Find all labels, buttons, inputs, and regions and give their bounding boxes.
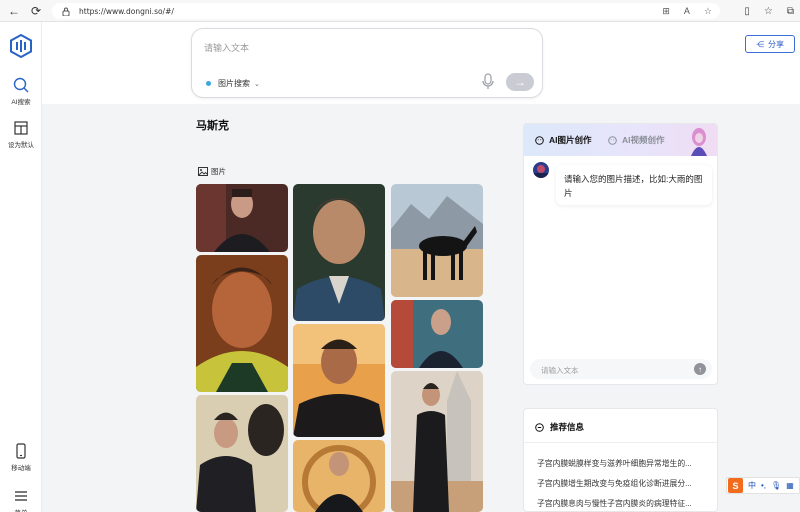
chat-bubble-icon (535, 422, 544, 432)
images-section-label: 图片 (198, 166, 226, 177)
sidebar-item-label: AI搜索 (11, 99, 31, 106)
address-bar[interactable]: https://www.dongni.so/#/ ⊞ A ☆ (52, 3, 720, 19)
recommend-item[interactable]: 子宫内膜息肉与慢性子宫内膜炎的病理特征... (537, 498, 709, 509)
image-tile[interactable] (293, 440, 385, 512)
ime-grid-icon[interactable]: ▦ (786, 481, 794, 490)
ime-toolbar[interactable]: S 中 •, 🎙 ▦ (726, 477, 800, 494)
ime-mode[interactable]: 中 (748, 480, 756, 491)
ai-creation-panel: AI图片创作 AI视频创作 请输入您的图片描述，比如:大雨的图片 请输入文本 ↑ (523, 123, 718, 385)
browser-toolbar: ← ⟳ https://www.dongni.so/#/ ⊞ A ☆ ▯ ☆ ⧉ (0, 0, 800, 22)
app-logo-icon[interactable] (9, 34, 33, 58)
page-title: 马斯克 (196, 120, 229, 132)
smile-icon (608, 135, 617, 145)
ime-punctuation[interactable]: •, (761, 481, 766, 490)
search-input[interactable]: 请输入文本 (204, 41, 249, 54)
arrow-right-icon: → (514, 75, 526, 89)
sidebar-item-label: 设为默认 (8, 142, 34, 149)
mode-dot-icon (206, 81, 211, 86)
back-arrow-icon[interactable]: ← (6, 3, 22, 19)
ai-prompt-input[interactable]: 请输入文本 ↑ (530, 359, 712, 379)
tab-ai-image[interactable]: AI图片创作 (535, 134, 592, 146)
share-button[interactable]: ⋲ 分享 (745, 35, 795, 53)
ai-input-placeholder: 请输入文本 (541, 366, 579, 375)
tab-ai-video[interactable]: AI视频创作 (608, 134, 665, 146)
mobile-icon (16, 443, 26, 459)
image-tile[interactable] (391, 371, 483, 512)
recommend-title-text: 推荐信息 (550, 422, 585, 432)
left-sidebar: AI搜索 设为默认 移动端 菜单 (0, 22, 42, 512)
image-tile[interactable] (293, 184, 385, 321)
share-icon: ⋲ (756, 39, 764, 49)
favorites-icon[interactable]: ☆ (764, 6, 773, 17)
image-tile[interactable] (196, 395, 288, 512)
tab-label: AI视频创作 (622, 135, 665, 145)
sidebar-item-ai-search[interactable]: AI搜索 (0, 77, 42, 106)
tab-label: AI图片创作 (549, 135, 592, 145)
layout-icon (14, 121, 28, 135)
ime-mic-icon[interactable]: 🎙 (771, 481, 781, 490)
recommend-item[interactable]: 子宫内膜增生期改变与免疫组化诊断进展分... (537, 478, 709, 489)
recommend-title: 推荐信息 (535, 421, 584, 433)
search-icon (13, 77, 29, 93)
menu-icon (15, 491, 27, 501)
favorite-star-icon[interactable]: ☆ (704, 6, 712, 17)
send-button[interactable]: → (506, 73, 534, 91)
microphone-icon[interactable] (481, 73, 495, 91)
image-icon (198, 167, 208, 176)
collections-icon[interactable]: ⧉ (787, 6, 794, 17)
image-tile[interactable] (293, 324, 385, 437)
divider (524, 442, 717, 443)
image-tile[interactable] (391, 184, 483, 297)
lock-icon[interactable] (62, 7, 71, 16)
recommend-item[interactable]: 子宫内膜蜕膜样变与滋养叶细胞异常增生的... (537, 458, 709, 469)
sidebar-item-mobile[interactable]: 移动端 (0, 443, 42, 472)
image-tile[interactable] (196, 184, 288, 252)
smile-icon (535, 135, 544, 145)
bot-message: 请输入您的图片描述，比如:大雨的图片 (556, 165, 712, 205)
submit-arrow-icon[interactable]: ↑ (694, 363, 706, 375)
image-tile[interactable] (196, 255, 288, 392)
read-aloud-icon[interactable]: A (684, 6, 690, 16)
sidebar-item-label: 移动端 (11, 465, 31, 472)
sidebar-item-menu[interactable]: 菜单 (0, 488, 42, 512)
image-gallery (196, 184, 484, 512)
url-text: https://www.dongni.so/#/ (79, 6, 174, 16)
image-tile[interactable] (391, 300, 483, 368)
sidebar-item-set-default[interactable]: 设为默认 (0, 120, 42, 149)
split-screen-icon[interactable]: ▯ (744, 6, 750, 17)
chevron-down-icon: ⌄ (254, 80, 260, 88)
share-label: 分享 (768, 39, 784, 49)
search-header: 请输入文本 图片搜索 ⌄ → ⋲ 分享 (42, 22, 800, 104)
recommend-panel: 推荐信息 子宫内膜蜕膜样变与滋养叶细胞异常增生的... 子宫内膜增生期改变与免疫… (523, 408, 718, 512)
section-label-text: 图片 (211, 167, 226, 176)
search-mode-dropdown[interactable]: 图片搜索 ⌄ (206, 78, 260, 89)
reader-view-icon[interactable]: ⊞ (662, 6, 670, 17)
bot-avatar (533, 162, 549, 178)
ai-tabs: AI图片创作 AI视频创作 (524, 124, 717, 156)
sogou-logo-icon: S (728, 478, 743, 493)
ai-character-illustration (691, 128, 707, 156)
search-mode-label: 图片搜索 (218, 79, 250, 88)
reload-icon[interactable]: ⟳ (28, 3, 44, 19)
search-box[interactable]: 请输入文本 图片搜索 ⌄ → (191, 28, 543, 98)
